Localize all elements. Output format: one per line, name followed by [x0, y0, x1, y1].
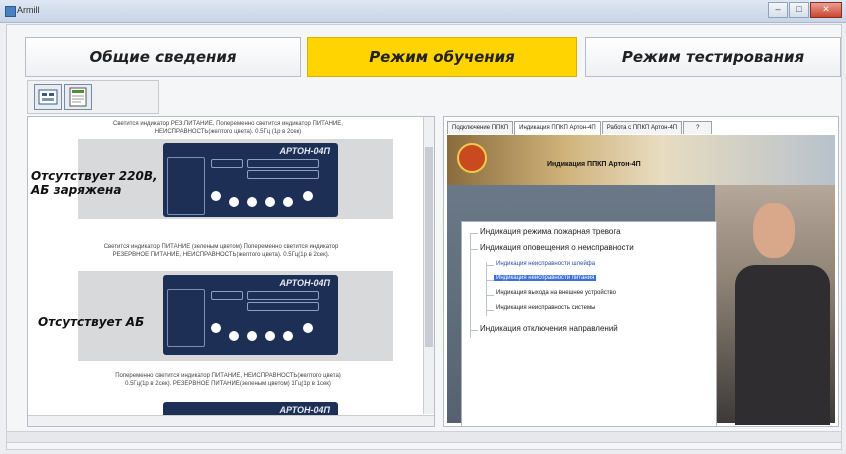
banner: Индикация ППКП Артон-4П: [447, 135, 835, 185]
device-panel-1: АРТОН-04П: [163, 143, 338, 217]
title-bar: Armill – □ ✕: [0, 0, 846, 23]
scroll-thumb[interactable]: [425, 147, 433, 347]
view-toolbar: [27, 80, 159, 114]
device-panel-2: АРТОН-04П: [163, 275, 338, 355]
training-screen: Индикация ППКП Артон-4П Индикация режима…: [447, 135, 835, 426]
caption-2: Светится индикатор ПИТАНИЕ (зеленым цвет…: [103, 244, 339, 258]
state-label-1: Отсутствует 220В, АБ заряжена: [31, 169, 158, 197]
tree-item-power-fault[interactable]: Индикация неисправности питания: [494, 275, 597, 281]
state-label-2: Отсутствует АБ: [38, 315, 145, 329]
main-area: Общие сведения Режим обучения Режим тест…: [6, 24, 842, 450]
banner-title: Индикация ППКП Артон-4П: [547, 161, 641, 168]
training-viewer-pane: Подключение ППКП Индикация ППКП Артон-4П…: [443, 116, 839, 427]
minimize-button[interactable]: –: [768, 2, 788, 18]
app-icon: [5, 6, 16, 17]
vertical-scrollbar[interactable]: [423, 117, 434, 414]
viewer-tabs: Подключение ППКП Индикация ППКП Артон-4П…: [447, 121, 713, 135]
testing-mode-button[interactable]: Режим тестирования: [585, 37, 841, 77]
tree-item-loop-fault[interactable]: Индикация неисправности шлейфа: [496, 261, 595, 267]
caption-3: Попеременно светится индикатор ПИТАНИЕ, …: [115, 373, 341, 387]
tree-item-directions-off[interactable]: Индикация отключения направлений: [480, 324, 618, 333]
tree-item-fault-notification[interactable]: Индикация оповещения о неисправности: [480, 243, 634, 252]
tree-item-external-output[interactable]: Индикация выхода на внешнее устройство: [496, 290, 616, 296]
general-info-button[interactable]: Общие сведения: [25, 37, 301, 77]
indication-tree: Индикация режима пожарная тревога Индика…: [461, 221, 717, 426]
indication-examples-pane[interactable]: Светится индикатор РЕЗ.ПИТАНИЕ. Попереме…: [27, 116, 435, 427]
presenter-photo: [715, 185, 835, 425]
tree-item-fire-alarm[interactable]: Индикация режима пожарная тревога: [480, 227, 621, 236]
document-view-icon[interactable]: [64, 84, 92, 110]
tree-item-system-fault[interactable]: Индикация неисправность системы: [496, 305, 595, 311]
tab-help[interactable]: ?: [683, 121, 713, 134]
horizontal-scrollbar[interactable]: [28, 415, 434, 426]
panel-model-label: АРТОН-04П: [279, 405, 330, 415]
tab-operation[interactable]: Работа с ППКП Артон-4П: [601, 121, 683, 134]
tab-connection[interactable]: Подключение ППКП: [447, 121, 514, 134]
window-title: Armill: [17, 5, 40, 15]
caption-1: Светится индикатор РЕЗ.ПИТАНИЕ. Попереме…: [113, 121, 343, 135]
close-button[interactable]: ✕: [810, 2, 842, 18]
tab-indication[interactable]: Индикация ППКП Артон-4П: [514, 121, 601, 135]
status-bar: [6, 431, 842, 443]
panel-model-label: АРТОН-04П: [279, 146, 330, 156]
layout-view-icon[interactable]: [34, 84, 62, 110]
maximize-button[interactable]: □: [789, 2, 809, 18]
training-mode-button[interactable]: Режим обучения: [307, 37, 577, 77]
window-controls: – □ ✕: [768, 2, 842, 18]
emblem-logo: [457, 143, 487, 173]
panel-model-label: АРТОН-04П: [279, 278, 330, 288]
